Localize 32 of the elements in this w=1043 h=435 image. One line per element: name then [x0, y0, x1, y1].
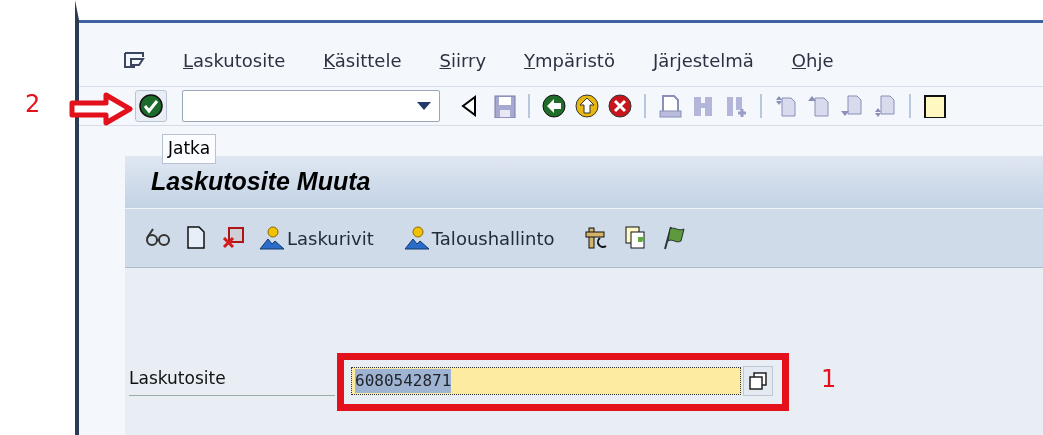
copy-windows-icon [749, 372, 767, 391]
person-icon [403, 225, 430, 252]
menu-icon[interactable] [123, 51, 145, 69]
screen-title: Laskutosite Muuta [151, 166, 371, 198]
previous-page-icon[interactable] [807, 94, 831, 119]
menu-item[interactable]: Laskutosite [183, 46, 286, 74]
print-icon[interactable] [658, 94, 682, 119]
save-icon[interactable] [492, 94, 516, 119]
dropdown-caret-icon[interactable] [417, 102, 431, 111]
annotation-number: 1 [821, 364, 837, 396]
continue-button[interactable] [135, 90, 167, 123]
toolbar-button[interactable]: Taloushallinto [403, 224, 555, 252]
menu-item[interactable]: Järjestelmä [652, 46, 754, 74]
tooltip: Jatka [162, 134, 217, 164]
check-icon [139, 94, 163, 119]
value-help-button[interactable] [743, 366, 773, 397]
input-field[interactable]: 6080542871 [351, 367, 741, 396]
person-icon [259, 225, 285, 252]
layout-icon[interactable] [923, 94, 947, 119]
last-page-icon[interactable] [873, 94, 897, 119]
toolbar-button[interactable]: Laskurivit [259, 224, 374, 252]
annotation-number: 2 [25, 89, 41, 121]
menu-item[interactable]: Ympäristö [524, 46, 615, 74]
back-icon[interactable] [542, 94, 566, 119]
field-label: Laskutosite [129, 366, 335, 396]
exit-icon[interactable] [575, 94, 599, 119]
cancel-icon[interactable] [608, 94, 632, 119]
menu-item[interactable]: Käsittele [323, 46, 402, 74]
menu-item[interactable]: Ohje [791, 46, 834, 74]
command-field[interactable] [182, 90, 440, 123]
first-page-icon[interactable] [774, 94, 798, 119]
menu-item[interactable]: Siirry [439, 46, 487, 74]
